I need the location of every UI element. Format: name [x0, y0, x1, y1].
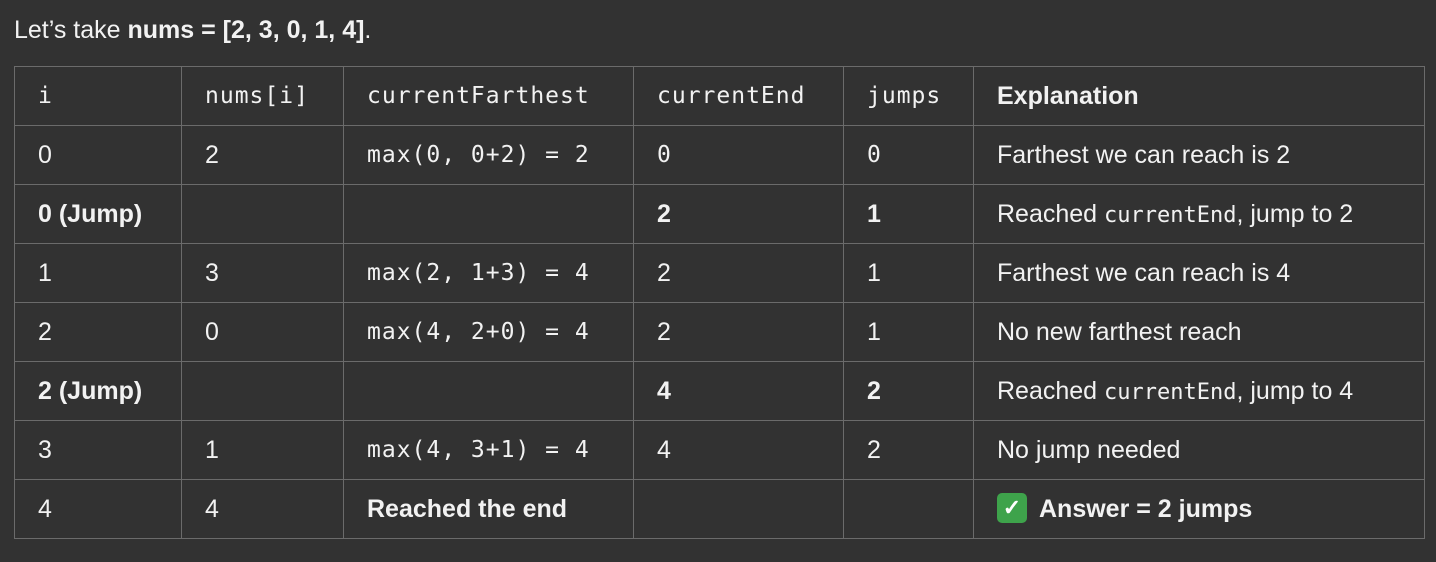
cell-i: 2 (Jump) — [14, 361, 182, 421]
header-nums-i: nums[i] — [181, 66, 344, 126]
cell-i: 0 (Jump) — [14, 184, 182, 244]
table-row: 2 0 max(4, 2+0) = 4 2 1 No new farthest … — [14, 302, 1425, 362]
trace-table: i nums[i] currentFarthest currentEnd jum… — [14, 66, 1425, 539]
header-explanation: Explanation — [973, 66, 1425, 126]
header-current-end: currentEnd — [633, 66, 844, 126]
cell-nums-i: 2 — [181, 125, 344, 185]
explanation-pre: Reached — [997, 376, 1105, 405]
table-row: 3 1 max(4, 3+1) = 4 4 2 No jump needed — [14, 420, 1425, 480]
header-jumps: jumps — [843, 66, 974, 126]
cell-current-farthest: Reached the end — [343, 479, 634, 539]
explanation-pre: Reached — [997, 199, 1105, 228]
cell-jumps: 1 — [843, 302, 974, 362]
cell-current-end: 0 — [633, 125, 844, 185]
cell-explanation: No jump needed — [973, 420, 1425, 480]
table-row-jump: 0 (Jump) 2 1 Reached currentEnd, jump to… — [14, 184, 1425, 244]
header-i: i — [14, 66, 182, 126]
cell-jumps: 1 — [843, 184, 974, 244]
cell-jumps: 0 — [843, 125, 974, 185]
cell-nums-i: 0 — [181, 302, 344, 362]
cell-jumps — [843, 479, 974, 539]
cell-explanation: Farthest we can reach is 4 — [973, 243, 1425, 303]
cell-current-end — [633, 479, 844, 539]
table-row-final: 4 4 Reached the end ✓ Answer = 2 jumps — [14, 479, 1425, 539]
cell-nums-i — [181, 361, 344, 421]
check-mark-icon: ✓ — [997, 492, 1027, 523]
cell-nums-i: 4 — [181, 479, 344, 539]
cell-current-end: 4 — [633, 420, 844, 480]
cell-current-farthest: max(2, 1+3) = 4 — [343, 243, 634, 303]
intro-prefix: Let’s take — [14, 16, 128, 44]
cell-current-farthest: max(4, 2+0) = 4 — [343, 302, 634, 362]
table-row-jump: 2 (Jump) 4 2 Reached currentEnd, jump to… — [14, 361, 1425, 421]
explanation-post: , jump to 2 — [1236, 199, 1354, 228]
cell-current-farthest — [343, 361, 634, 421]
intro-suffix: . — [364, 16, 372, 44]
cell-current-farthest — [343, 184, 634, 244]
cell-current-end: 2 — [633, 184, 844, 244]
cell-nums-i: 3 — [181, 243, 344, 303]
cell-i: 1 — [14, 243, 182, 303]
cell-explanation: No new farthest reach — [973, 302, 1425, 362]
intro-text: Let’s take nums = [2, 3, 0, 1, 4]. — [14, 14, 371, 46]
cell-current-end: 2 — [633, 302, 844, 362]
header-row: i nums[i] currentFarthest currentEnd jum… — [14, 66, 1425, 126]
cell-jumps: 1 — [843, 243, 974, 303]
cell-current-farthest: max(0, 0+2) = 2 — [343, 125, 634, 185]
explanation-code: currentEnd — [1104, 202, 1237, 228]
intro-array: nums = [2, 3, 0, 1, 4] — [127, 16, 365, 44]
cell-explanation: Reached currentEnd, jump to 4 — [973, 361, 1425, 421]
cell-current-end: 4 — [633, 361, 844, 421]
cell-i: 3 — [14, 420, 182, 480]
cell-explanation: Farthest we can reach is 2 — [973, 125, 1425, 185]
cell-i: 4 — [14, 479, 182, 539]
cell-current-farthest: max(4, 3+1) = 4 — [343, 420, 634, 480]
explanation-post: , jump to 4 — [1236, 376, 1354, 405]
explanation-code: currentEnd — [1104, 379, 1237, 405]
header-current-farthest: currentFarthest — [343, 66, 634, 126]
cell-nums-i: 1 — [181, 420, 344, 480]
cell-jumps: 2 — [843, 361, 974, 421]
cell-current-end: 2 — [633, 243, 844, 303]
cell-i: 0 — [14, 125, 182, 185]
table-row: 0 2 max(0, 0+2) = 2 0 0 Farthest we can … — [14, 125, 1425, 185]
answer-text: Answer = 2 jumps — [1039, 494, 1253, 523]
cell-i: 2 — [14, 302, 182, 362]
cell-jumps: 2 — [843, 420, 974, 480]
trace-table-container: i nums[i] currentFarthest currentEnd jum… — [14, 66, 1425, 539]
cell-explanation: Reached currentEnd, jump to 2 — [973, 184, 1425, 244]
table-row: 1 3 max(2, 1+3) = 4 2 1 Farthest we can … — [14, 243, 1425, 303]
cell-nums-i — [181, 184, 344, 244]
cell-explanation: ✓ Answer = 2 jumps — [973, 479, 1425, 539]
